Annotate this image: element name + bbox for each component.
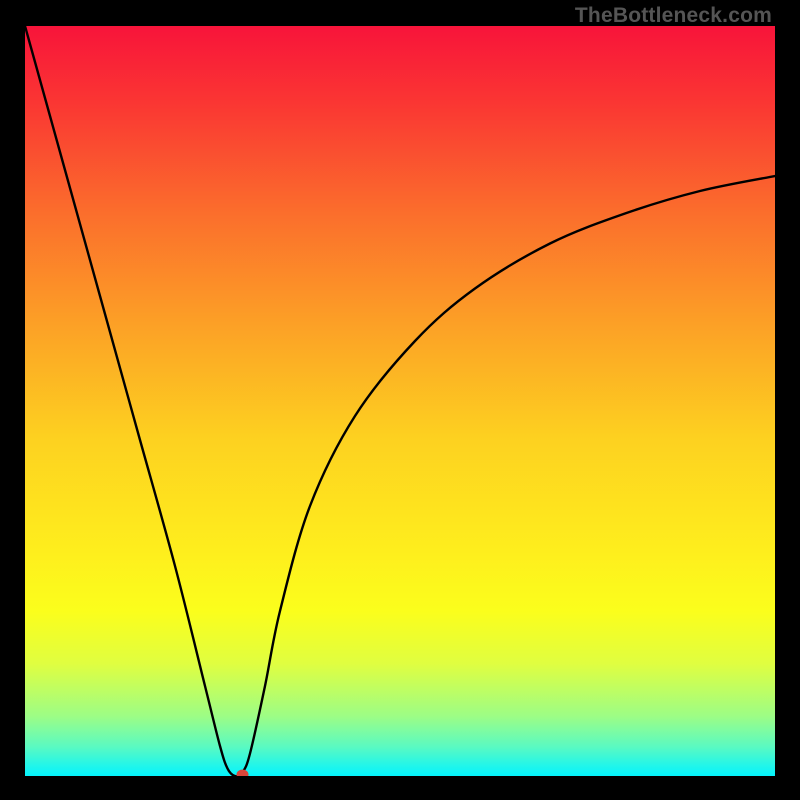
- chart-frame: TheBottleneck.com: [0, 0, 800, 800]
- watermark-text: TheBottleneck.com: [575, 4, 772, 28]
- plot-area: [25, 26, 775, 776]
- gradient-background: [25, 26, 775, 776]
- plot-svg: [25, 26, 775, 776]
